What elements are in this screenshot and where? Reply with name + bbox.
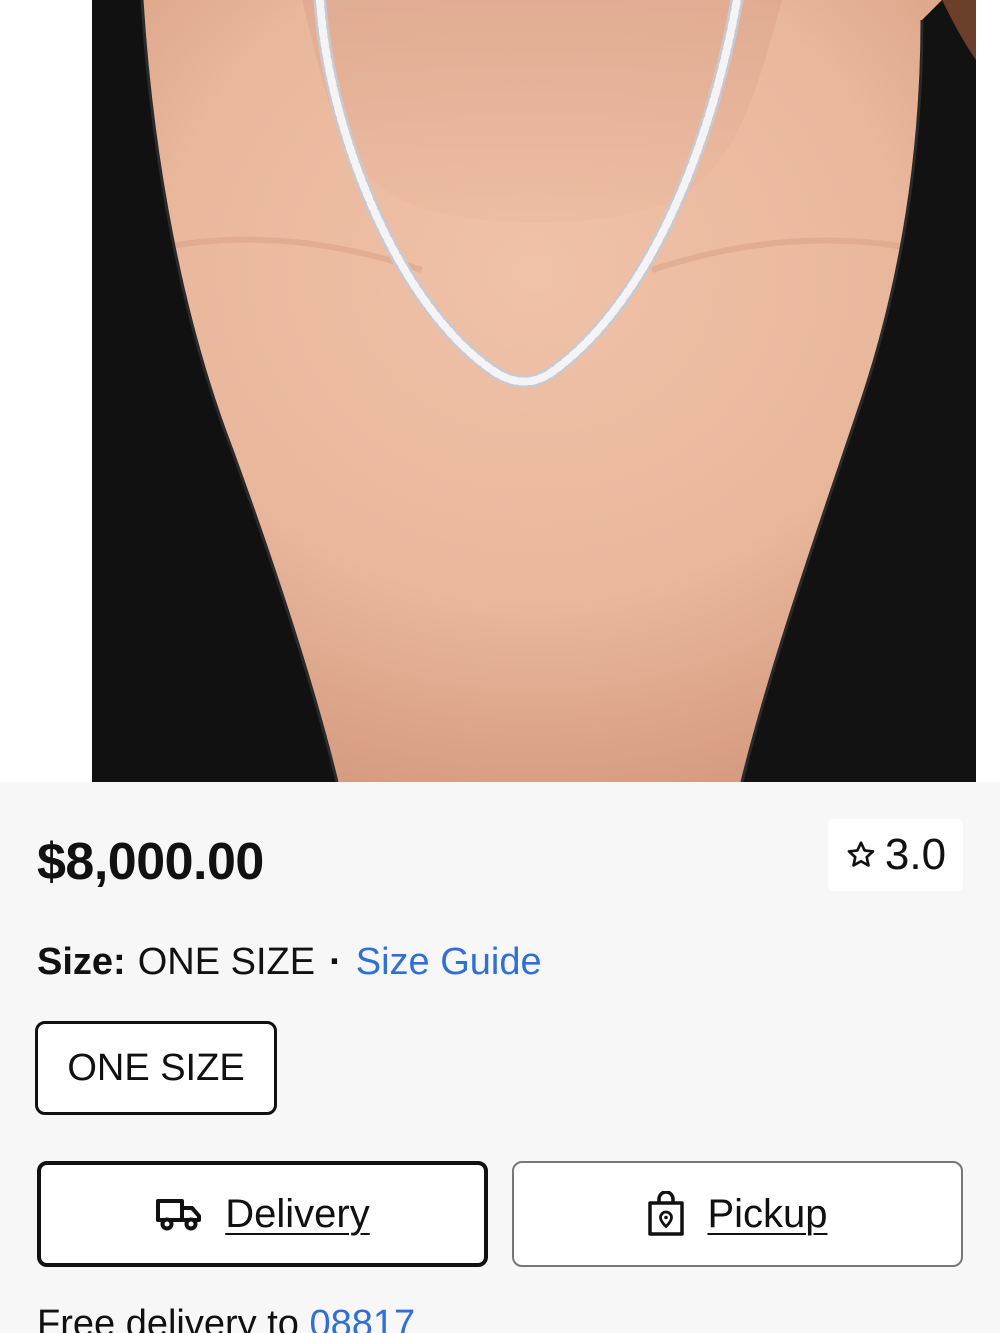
star-outline-icon — [847, 841, 875, 867]
size-guide-link[interactable]: Size Guide — [356, 938, 542, 986]
size-selected-value: ONE SIZE — [137, 941, 316, 983]
pickup-button[interactable]: Pickup — [512, 1161, 963, 1267]
size-row: Size: ONE SIZE · Size Guide — [37, 938, 542, 986]
necklace-photo-illustration — [92, 0, 976, 782]
zip-code-link[interactable]: 08817 — [309, 1303, 415, 1333]
free-delivery-text: Free delivery to 08817 — [37, 1300, 415, 1333]
rating-badge[interactable]: 3.0 — [828, 819, 963, 891]
free-delivery-label: Free delivery to — [37, 1303, 299, 1333]
product-price: $8,000.00 — [37, 833, 264, 891]
product-image[interactable] — [92, 0, 976, 782]
truck-icon — [156, 1199, 202, 1231]
size-separator: · — [329, 941, 342, 983]
size-option-one-size[interactable]: ONE SIZE — [35, 1021, 277, 1115]
rating-value: 3.0 — [884, 830, 947, 879]
product-image-area — [0, 0, 1000, 782]
size-label: Size: — [37, 941, 126, 983]
shopping-bag-location-icon — [648, 1191, 685, 1236]
delivery-button[interactable]: Delivery — [37, 1161, 488, 1267]
product-page: $8,000.00 3.0 Size: ONE SIZE · Size Guid… — [0, 0, 1000, 1333]
delivery-label: Delivery — [225, 1191, 370, 1236]
pickup-label: Pickup — [707, 1191, 828, 1236]
